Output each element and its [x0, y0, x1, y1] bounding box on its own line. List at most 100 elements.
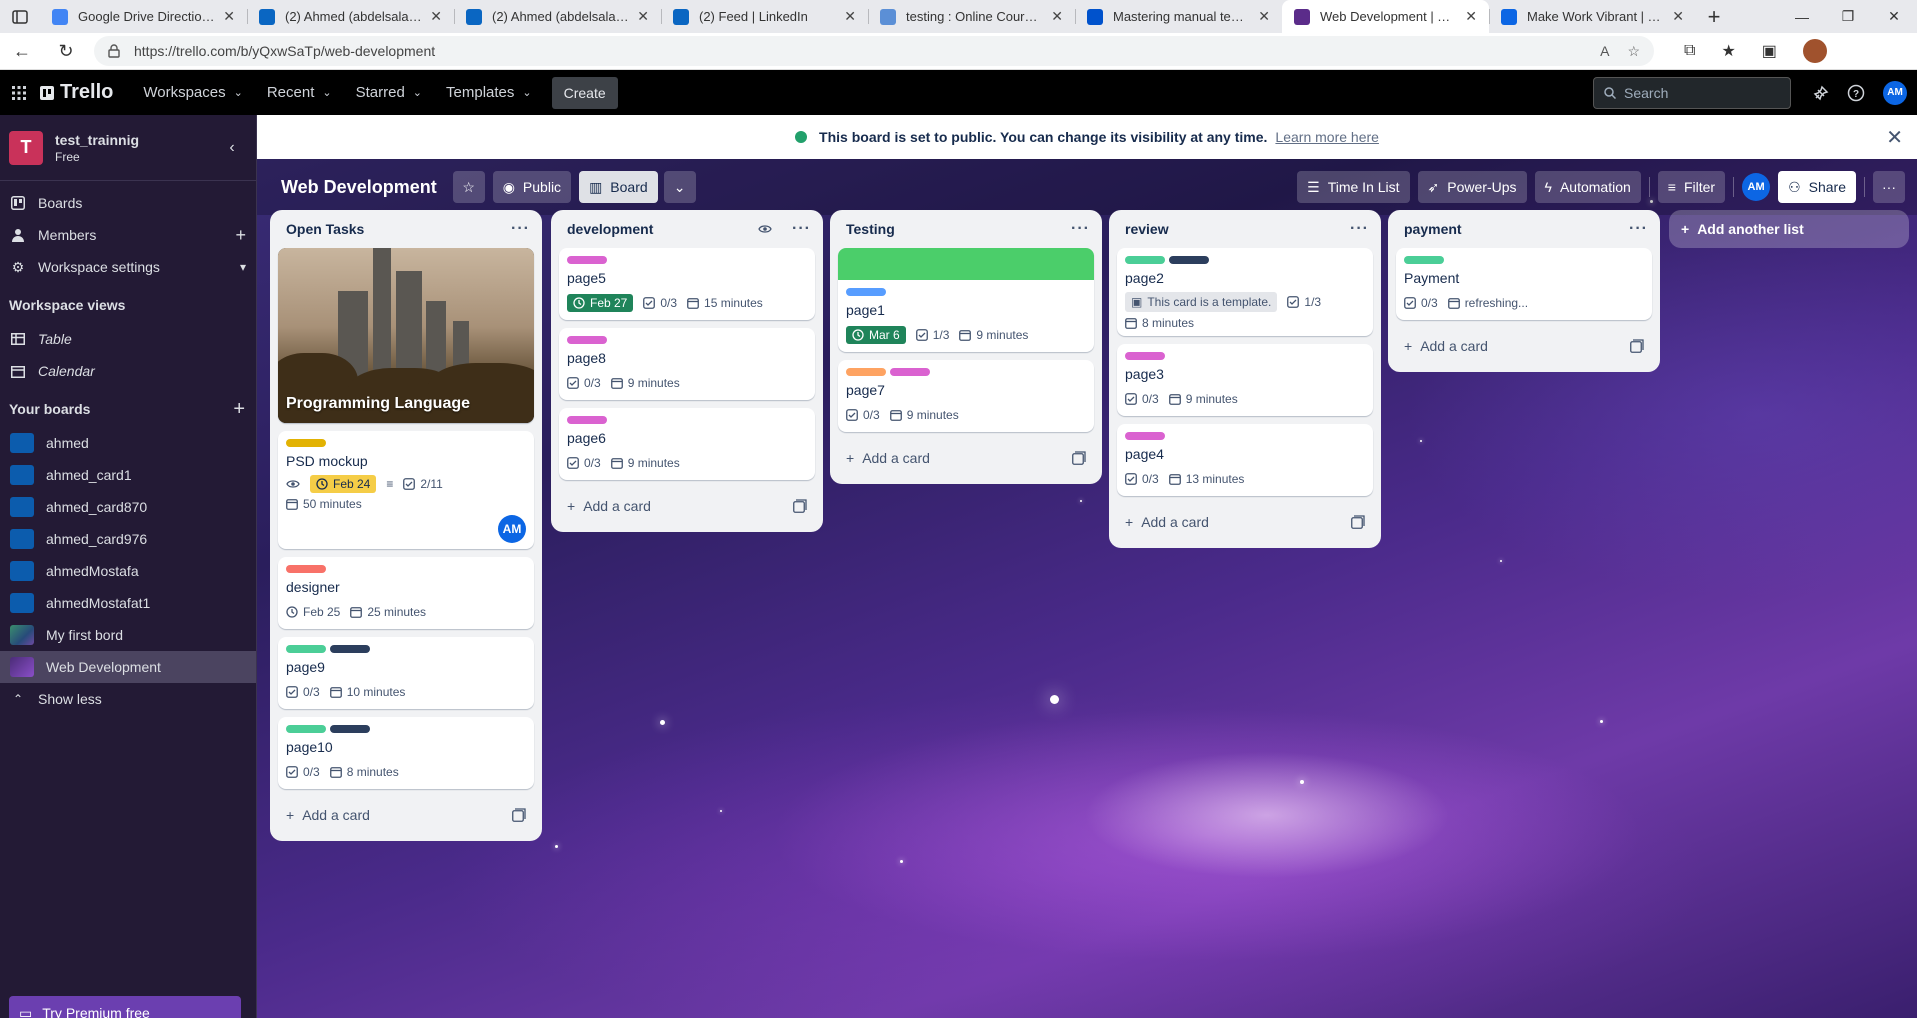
trello-logo[interactable]: Trello — [40, 81, 113, 104]
create-from-template-icon[interactable] — [1351, 515, 1365, 529]
browser-tab[interactable]: (2) Ahmed (abdelsalame) M... ✕ — [454, 0, 661, 33]
close-tab-icon[interactable]: ✕ — [1465, 8, 1477, 25]
add-card-button[interactable]: + Add a card — [559, 488, 815, 524]
view-switcher-button[interactable]: ⌄ — [663, 171, 696, 203]
filter-button[interactable]: ≡ Filter — [1657, 171, 1726, 203]
label-chip[interactable] — [846, 288, 886, 296]
label-chip[interactable] — [567, 256, 607, 264]
list-title[interactable]: development — [563, 221, 758, 237]
label-chip[interactable] — [890, 368, 930, 376]
sidebar-item-calendar[interactable]: Calendar — [0, 355, 256, 387]
member-avatar[interactable]: AM — [1742, 173, 1771, 201]
close-tab-icon[interactable]: ✕ — [223, 8, 235, 25]
refresh-icon[interactable]: ↻ — [44, 41, 88, 62]
card[interactable]: page4 0/3 13 minutes — [1117, 424, 1373, 496]
card[interactable]: page8 0/3 9 minutes — [559, 328, 815, 400]
address-bar[interactable]: https://trello.com/b/yQxwSaTp/web-develo… — [94, 36, 1654, 66]
list-title[interactable]: Testing — [842, 221, 1071, 237]
card[interactable]: page5 Feb 27 0/3 15 minutes — [559, 248, 815, 320]
board-title[interactable]: Web Development — [281, 177, 437, 198]
add-card-button[interactable]: + Add a card — [1396, 328, 1652, 364]
list-title[interactable]: Open Tasks — [282, 221, 511, 237]
sidebar-item-members[interactable]: Members + — [0, 219, 256, 251]
card[interactable]: Payment 0/3 refreshing... — [1396, 248, 1652, 320]
chevron-down-icon[interactable]: ▾ — [240, 260, 246, 274]
sidebar-board-item[interactable]: ahmedMostafat1 — [0, 587, 256, 619]
due-date-badge[interactable]: Feb 27 — [567, 294, 634, 312]
sidebar-board-item[interactable]: ahmedMostafa — [0, 555, 256, 587]
label-chip[interactable] — [286, 725, 326, 733]
templates-menu[interactable]: Templates ⌄ — [434, 77, 544, 109]
close-icon[interactable]: ✕ — [1886, 125, 1903, 150]
label-chip[interactable] — [286, 439, 326, 447]
notifications-icon[interactable] — [1813, 85, 1829, 101]
read-aloud-icon[interactable]: A — [1600, 43, 1609, 60]
create-from-template-icon[interactable] — [512, 808, 526, 822]
close-tab-icon[interactable]: ✕ — [1051, 8, 1063, 25]
workspace-name[interactable]: test_trainnig — [55, 132, 139, 148]
app-switcher-icon[interactable] — [2, 85, 36, 100]
label-chip[interactable] — [1125, 352, 1165, 360]
close-window-icon[interactable]: ✕ — [1871, 0, 1917, 33]
label-chip[interactable] — [286, 645, 326, 653]
close-tab-icon[interactable]: ✕ — [1672, 8, 1684, 25]
help-icon[interactable]: ? — [1847, 84, 1865, 102]
visibility-button[interactable]: ◉ Public — [492, 171, 572, 203]
label-chip[interactable] — [1404, 256, 1444, 264]
add-card-button[interactable]: + Add a card — [278, 797, 534, 833]
add-list-button[interactable]: + Add another list — [1669, 210, 1909, 248]
search-input[interactable]: Search — [1593, 76, 1791, 109]
time-in-list-button[interactable]: ☰ Time In List — [1297, 171, 1410, 203]
card[interactable]: designer Feb 25 25 minutes — [278, 557, 534, 629]
browser-tab[interactable]: (2) Ahmed (abdelsalame) M... ✕ — [247, 0, 454, 33]
learn-more-link[interactable]: Learn more here — [1275, 129, 1379, 145]
browser-tab[interactable]: (2) Feed | LinkedIn ✕ — [661, 0, 868, 33]
create-button[interactable]: Create — [551, 76, 618, 109]
collapse-sidebar-icon[interactable]: ‹ — [217, 133, 247, 163]
card[interactable]: PSD mockup Feb 24 ≡ 2/11 50 minutes AM — [278, 431, 534, 549]
sidebar-board-item[interactable]: ahmed_card870 — [0, 491, 256, 523]
favorite-add-icon[interactable]: ☆ — [1627, 43, 1640, 60]
due-date-badge[interactable]: Feb 24 — [310, 475, 377, 493]
sidebar-item-table[interactable]: Table — [0, 323, 256, 355]
account-avatar[interactable]: AM — [1883, 80, 1907, 105]
restore-icon[interactable]: ❐ — [1825, 0, 1871, 33]
power-ups-button[interactable]: ➶ Power-Ups — [1417, 171, 1527, 203]
label-chip[interactable] — [286, 565, 326, 573]
member-avatar[interactable]: AM — [498, 515, 526, 543]
browser-tab[interactable]: Make Work Vibrant | Trello ✕ — [1489, 0, 1696, 33]
list-title[interactable]: payment — [1400, 221, 1629, 237]
board-view-button[interactable]: ▥ Board — [579, 171, 658, 203]
browser-tab[interactable]: Web Development | Trello ✕ — [1282, 0, 1489, 33]
list-menu-icon[interactable]: ··· — [792, 220, 811, 238]
label-chip[interactable] — [846, 368, 886, 376]
tab-actions-icon[interactable] — [0, 0, 40, 33]
label-chip[interactable] — [1125, 256, 1165, 264]
board-menu-button[interactable]: ··· — [1873, 171, 1905, 203]
share-button[interactable]: ⚇ Share — [1778, 171, 1856, 203]
try-premium-button[interactable]: ▭ Try Premium free — [9, 996, 241, 1018]
label-chip[interactable] — [567, 416, 607, 424]
label-chip[interactable] — [1169, 256, 1209, 264]
card[interactable]: page10 0/3 8 minutes — [278, 717, 534, 789]
close-tab-icon[interactable]: ✕ — [1258, 8, 1270, 25]
add-card-button[interactable]: + Add a card — [1117, 504, 1373, 540]
list-title[interactable]: review — [1121, 221, 1350, 237]
sidebar-item-boards[interactable]: Boards — [0, 187, 256, 219]
recent-menu[interactable]: Recent ⌄ — [255, 77, 344, 109]
automation-button[interactable]: ϟ Automation — [1534, 171, 1641, 203]
workspaces-menu[interactable]: Workspaces ⌄ — [131, 77, 254, 109]
browser-tab[interactable]: testing : Online Courses, Tr... ✕ — [868, 0, 1075, 33]
label-chip[interactable] — [1125, 432, 1165, 440]
card[interactable]: page7 0/3 9 minutes — [838, 360, 1094, 432]
label-chip[interactable] — [330, 725, 370, 733]
label-chip[interactable] — [567, 336, 607, 344]
show-less-toggle[interactable]: ⌃ Show less — [0, 683, 256, 715]
list-menu-icon[interactable]: ··· — [1350, 220, 1369, 238]
due-date-badge[interactable]: Mar 6 — [846, 326, 906, 344]
close-tab-icon[interactable]: ✕ — [430, 8, 442, 25]
add-card-button[interactable]: + Add a card — [838, 440, 1094, 476]
minimize-icon[interactable]: — — [1779, 0, 1825, 33]
back-icon[interactable]: ← — [0, 41, 44, 62]
card[interactable]: page1 Mar 6 1/3 9 minutes — [838, 248, 1094, 352]
